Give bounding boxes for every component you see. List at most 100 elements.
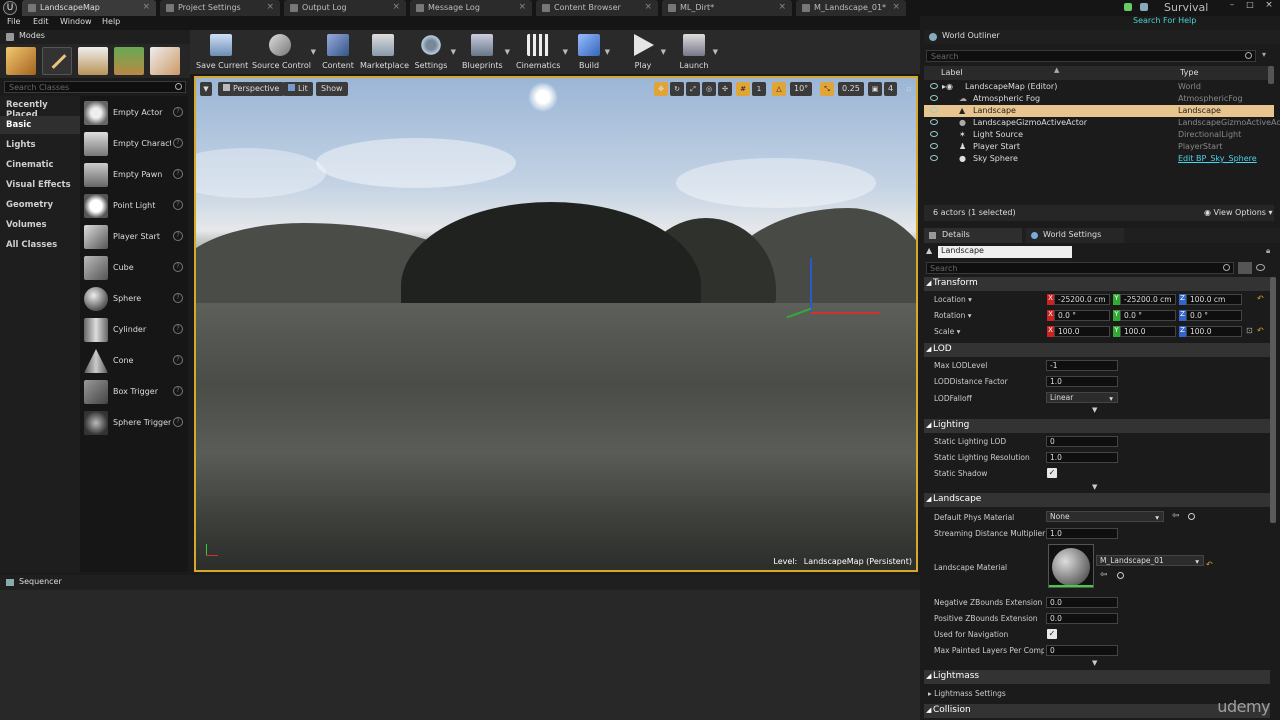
foliage-mode-icon[interactable] bbox=[114, 47, 144, 75]
edit-blueprint-link[interactable]: Edit BP_Sky_Sphere bbox=[1178, 154, 1257, 163]
section-lightmass[interactable]: ◢ Lightmass bbox=[924, 670, 1270, 684]
search-classes-input[interactable]: Search Classes bbox=[4, 81, 186, 93]
marketplace-button[interactable]: Marketplace bbox=[360, 32, 409, 72]
menu-window[interactable]: Window bbox=[60, 17, 92, 26]
browse-search-icon[interactable] bbox=[1117, 572, 1124, 579]
help-icon[interactable]: ? bbox=[173, 417, 183, 427]
outliner-row[interactable]: ● LandscapeGizmoActiveActor LandscapeGizmo… bbox=[924, 117, 1280, 129]
location-x-field[interactable]: -25200.0 cm bbox=[1054, 294, 1110, 305]
menu-help[interactable]: Help bbox=[102, 17, 120, 26]
details-search-input[interactable]: Search bbox=[926, 262, 1234, 274]
menu-file[interactable]: File bbox=[7, 17, 20, 26]
modes-tab[interactable]: Modes bbox=[0, 30, 190, 44]
cinematics-button[interactable]: Cinematics ▼ bbox=[516, 32, 568, 72]
details-scrollbar[interactable] bbox=[1270, 277, 1276, 523]
location-y-field[interactable]: -25200.0 cm bbox=[1120, 294, 1176, 305]
used-for-navigation-checkbox[interactable]: ✓ bbox=[1047, 629, 1057, 639]
close-icon[interactable]: × bbox=[892, 2, 900, 12]
chevron-down-icon[interactable]: ▼ bbox=[563, 48, 568, 56]
negative-zbounds-field[interactable]: 0.0 bbox=[1046, 597, 1118, 608]
tab-m-landscape[interactable]: M_Landscape_01* × bbox=[796, 0, 906, 16]
help-icon[interactable]: ? bbox=[173, 169, 183, 179]
reset-to-default-icon[interactable]: ↶ bbox=[1257, 326, 1264, 335]
outliner-row[interactable]: ☁ Atmospheric Fog AtmosphericFog bbox=[924, 93, 1274, 105]
class-item-empty-character[interactable]: Empty Charact? bbox=[80, 129, 188, 159]
chevron-down-icon[interactable]: ▼ bbox=[605, 48, 610, 56]
save-current-button[interactable]: Save Current bbox=[196, 32, 248, 72]
class-item-sphere-trigger[interactable]: Sphere Trigger? bbox=[80, 408, 188, 438]
class-item-cylinder[interactable]: Cylinder? bbox=[80, 315, 188, 345]
show-button[interactable]: Show bbox=[316, 82, 348, 96]
class-item-cube[interactable]: Cube? bbox=[80, 253, 188, 283]
advanced-expand-icon[interactable]: ▼ bbox=[1092, 483, 1097, 491]
play-button[interactable]: Play ▼ bbox=[628, 32, 666, 72]
use-selected-arrow-icon[interactable]: ⇦ bbox=[1100, 570, 1108, 580]
visibility-eye-icon[interactable] bbox=[930, 155, 938, 161]
angle-snap-value[interactable]: 10° bbox=[790, 82, 813, 96]
help-icon[interactable]: ? bbox=[173, 262, 183, 272]
actor-name-field[interactable]: Landscape bbox=[938, 246, 1072, 258]
outliner-row[interactable]: ▸◉ LandscapeMap (Editor) World bbox=[924, 81, 1274, 93]
class-item-box-trigger[interactable]: Box Trigger? bbox=[80, 377, 188, 407]
lod-falloff-dropdown[interactable]: Linear ▾ bbox=[1046, 392, 1118, 403]
surface-snap-icon[interactable]: ✣ bbox=[718, 82, 732, 96]
reset-to-default-icon[interactable]: ↶ bbox=[1206, 560, 1213, 569]
class-item-point-light[interactable]: Point Light? bbox=[80, 191, 188, 221]
help-icon[interactable]: ? bbox=[173, 386, 183, 396]
section-lighting[interactable]: ◢ Lighting bbox=[924, 419, 1270, 433]
close-icon[interactable]: × bbox=[142, 2, 150, 12]
chevron-down-icon[interactable]: ▼ bbox=[713, 48, 718, 56]
help-icon[interactable]: ? bbox=[173, 138, 183, 148]
help-icon[interactable]: ? bbox=[173, 231, 183, 241]
class-item-empty-pawn[interactable]: Empty Pawn? bbox=[80, 160, 188, 190]
paint-mode-icon[interactable] bbox=[42, 47, 72, 75]
property-matrix-icon[interactable] bbox=[1238, 262, 1252, 274]
advanced-expand-icon[interactable]: ▼ bbox=[1092, 659, 1097, 667]
visibility-eye-icon[interactable] bbox=[1256, 264, 1265, 271]
category-lights[interactable]: Lights bbox=[0, 136, 80, 154]
lightmass-settings-row[interactable]: ▸ Lightmass Settings bbox=[928, 689, 1006, 698]
class-item-sphere[interactable]: Sphere? bbox=[80, 284, 188, 314]
ue-logo-icon[interactable]: U bbox=[3, 1, 17, 15]
rotate-tool-icon[interactable]: ↻ bbox=[670, 82, 684, 96]
outliner-row[interactable]: ● Sky Sphere Edit BP_Sky_Sphere bbox=[924, 153, 1274, 165]
visibility-eye-icon[interactable] bbox=[930, 107, 938, 113]
chevron-down-icon[interactable]: ▼ bbox=[451, 48, 456, 56]
rotation-label[interactable]: Rotation ▾ bbox=[934, 311, 972, 320]
landscape-mode-icon[interactable] bbox=[78, 47, 108, 75]
lock-scale-icon[interactable]: ⊡ bbox=[1246, 326, 1253, 335]
outliner-row[interactable]: ♟ Player Start PlayerStart bbox=[924, 141, 1274, 153]
lock-icon[interactable]: 🔒︎ bbox=[1266, 246, 1270, 256]
visibility-eye-icon[interactable] bbox=[930, 83, 938, 89]
section-transform[interactable]: ◢ Transform bbox=[924, 277, 1270, 291]
location-label[interactable]: Location ▾ bbox=[934, 295, 972, 304]
close-icon[interactable]: × bbox=[644, 2, 652, 12]
category-geometry[interactable]: Geometry bbox=[0, 196, 80, 214]
tab-world-settings[interactable]: World Settings bbox=[1026, 228, 1124, 243]
help-icon[interactable]: ? bbox=[173, 200, 183, 210]
positive-zbounds-field[interactable]: 0.0 bbox=[1046, 613, 1118, 624]
lit-button[interactable]: Lit bbox=[283, 82, 313, 96]
perspective-button[interactable]: Perspective bbox=[218, 82, 285, 96]
col-type[interactable]: Type bbox=[1180, 68, 1198, 77]
sequencer-tab[interactable]: Sequencer bbox=[0, 575, 920, 590]
use-selected-arrow-icon[interactable]: ⇦ bbox=[1172, 511, 1180, 521]
help-icon[interactable]: ? bbox=[173, 107, 183, 117]
landscape-material-dropdown[interactable]: M_Landscape_01 ▾ bbox=[1096, 555, 1204, 566]
lod-distance-factor-field[interactable]: 1.0 bbox=[1046, 376, 1118, 387]
max-painted-layers-field[interactable]: 0 bbox=[1046, 645, 1118, 656]
close-icon[interactable]: × bbox=[518, 2, 526, 12]
scale-label[interactable]: Scale ▾ bbox=[934, 327, 960, 336]
scale-snap-icon[interactable]: ⤡ bbox=[820, 82, 834, 96]
camera-speed-value[interactable]: 4 bbox=[884, 82, 898, 96]
chevron-down-icon[interactable]: ▼ bbox=[661, 48, 666, 56]
menu-edit[interactable]: Edit bbox=[33, 17, 49, 26]
reset-to-default-icon[interactable]: ↶ bbox=[1257, 294, 1264, 303]
help-icon[interactable]: ? bbox=[173, 324, 183, 334]
class-item-empty-actor[interactable]: Empty Actor? bbox=[80, 98, 188, 128]
browse-search-icon[interactable] bbox=[1188, 513, 1195, 520]
section-landscape[interactable]: ◢ Landscape bbox=[924, 493, 1270, 507]
scale-x-field[interactable]: 100.0 bbox=[1054, 326, 1110, 337]
class-item-cone[interactable]: Cone? bbox=[80, 346, 188, 376]
search-help-input[interactable]: Search For Help bbox=[1130, 16, 1270, 28]
